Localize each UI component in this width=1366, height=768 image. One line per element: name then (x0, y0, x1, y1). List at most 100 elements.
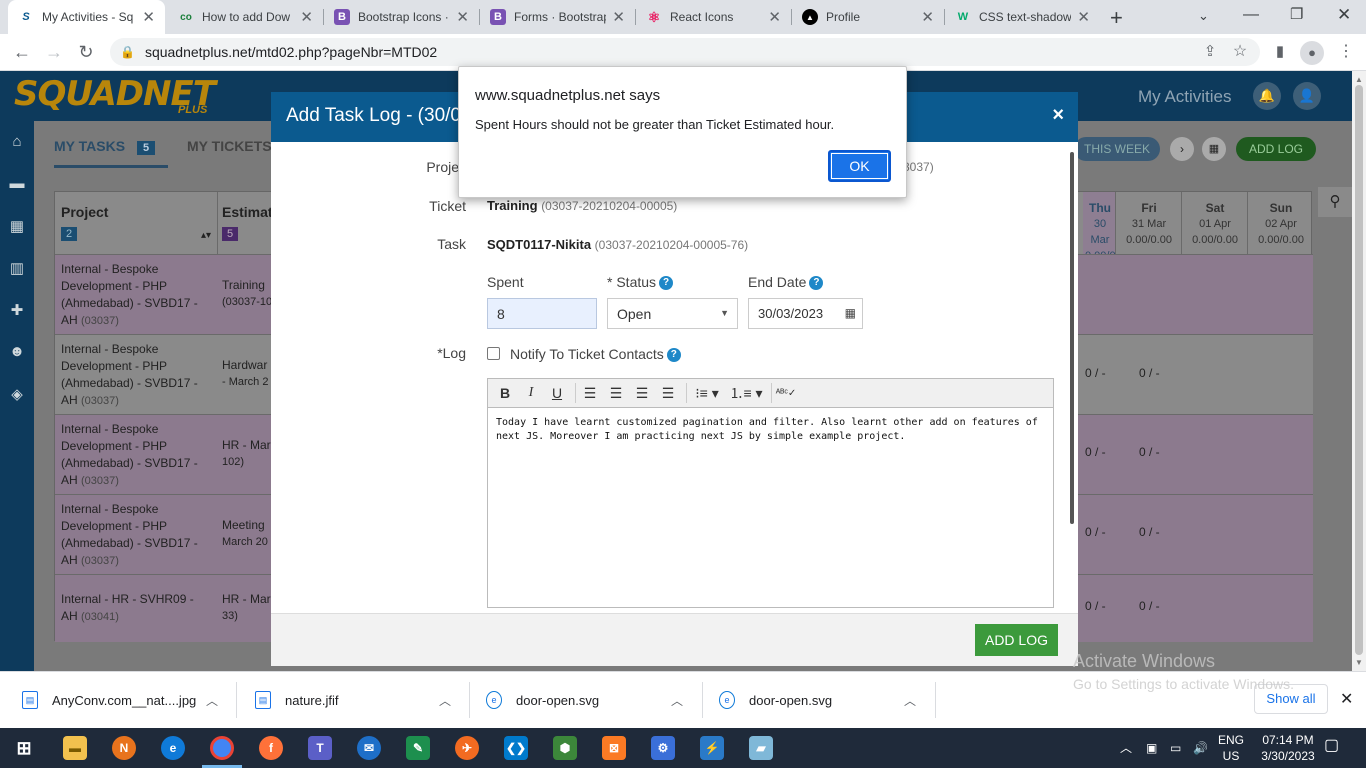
week-calendar-icon[interactable]: ▦ (1202, 137, 1226, 161)
tab-my-tickets[interactable]: MY TICKETS (187, 138, 272, 154)
fri-hours-cell[interactable]: 0 / - (1139, 445, 1160, 459)
minimize-window-icon[interactable]: — (1243, 6, 1259, 24)
close-tab-icon[interactable]: ✕ (612, 8, 625, 26)
calendar-picker-icon[interactable]: ▦ (845, 306, 856, 320)
gift-icon[interactable]: ✚ (8, 301, 26, 319)
end-date-help-icon[interactable]: ? (809, 276, 824, 291)
bullet-list-icon[interactable]: ⁝≡ ▾ (690, 382, 724, 404)
url-field[interactable]: 🔒 squadnetplus.net/mtd02.php?pageNbr=MTD… (110, 38, 1260, 66)
restore-window-icon[interactable]: ❐ (1290, 5, 1303, 23)
download-item[interactable]: ▤ nature.jfif ︿ (255, 672, 465, 728)
tab-my-tasks[interactable]: MY TASKS 5 (54, 138, 156, 155)
firefox-browser-icon[interactable]: f (259, 736, 283, 760)
close-tab-icon[interactable]: ✕ (768, 8, 781, 26)
edge-browser-icon[interactable]: e (161, 736, 185, 760)
bold-icon[interactable]: B (494, 382, 516, 404)
close-downloads-icon[interactable]: ✕ (1340, 689, 1353, 709)
bar-chart-icon[interactable]: ▥ (8, 259, 26, 277)
notifications-icon[interactable]: ▢ (1324, 738, 1339, 754)
close-tab-icon[interactable]: ✕ (300, 8, 313, 26)
align-justify-icon[interactable]: ☰ (657, 382, 679, 404)
status-help-icon[interactable]: ? (659, 276, 674, 291)
align-center-icon[interactable]: ☰ (605, 382, 627, 404)
nodejs-icon[interactable]: ⬢ (553, 736, 577, 760)
sort-icon[interactable]: ▴▾ (201, 230, 211, 241)
spellcheck-icon[interactable]: ᴬᴮᶜ✓ (775, 382, 797, 404)
fri-hours-cell[interactable]: 0 / - (1139, 366, 1160, 380)
chrome-browser-icon[interactable] (210, 736, 234, 760)
browser-tab-css-text-shadow[interactable]: W CSS text-shadow ✕ (945, 0, 1100, 34)
chevron-up-icon[interactable]: ︿ (671, 692, 683, 709)
chevron-up-icon[interactable]: ︿ (904, 692, 916, 709)
column-header-project[interactable]: Project (61, 204, 108, 220)
thu-hours-cell[interactable]: 0 / - (1085, 599, 1106, 613)
underline-icon[interactable]: U (546, 382, 568, 404)
next-week-chevron-icon[interactable]: › (1170, 137, 1194, 161)
download-item[interactable]: e door-open.svg ︿ (719, 672, 929, 728)
users-icon[interactable]: ☻ (8, 343, 26, 361)
bookmark-star-icon[interactable]: ☆ (1228, 40, 1252, 64)
close-tab-icon[interactable]: ✕ (142, 8, 155, 26)
clock[interactable]: 07:14 PM 3/30/2023 (1256, 732, 1320, 764)
numbered-list-icon[interactable]: ⒈≡ ▾ (728, 382, 764, 404)
close-tab-icon[interactable]: ✕ (456, 8, 469, 26)
browser-tab-how-to-add[interactable]: co How to add Dow ✕ (168, 0, 323, 34)
chevron-up-icon[interactable]: ︿ (439, 692, 451, 709)
language-indicator[interactable]: ENG US (1218, 732, 1244, 764)
alert-ok-button[interactable]: OK (828, 150, 891, 182)
modal-close-icon[interactable]: × (1052, 104, 1064, 127)
thu-hours-cell[interactable]: 0 / - (1085, 445, 1106, 459)
fri-hours-cell[interactable]: 0 / - (1139, 599, 1160, 613)
status-select[interactable]: Open ▼ (607, 298, 738, 329)
scrollbar-thumb[interactable] (1355, 85, 1363, 655)
ticket-icon[interactable]: ◈ (8, 385, 26, 403)
home-icon[interactable]: ⌂ (8, 133, 26, 151)
browser-tab-react-icons[interactable]: ⚛ React Icons ✕ (636, 0, 791, 34)
close-tab-icon[interactable]: ✕ (921, 8, 934, 26)
add-log-submit-button[interactable]: ADD LOG (975, 624, 1058, 656)
column-header-estimation[interactable]: Estimati (222, 204, 276, 220)
user-account-icon[interactable]: 👤 (1293, 82, 1321, 110)
postman-icon[interactable]: ✈ (455, 736, 479, 760)
download-item[interactable]: ▤ AnyConv.com__nat....jpg ︿ (22, 672, 232, 728)
scroll-down-icon[interactable]: ▼ (1355, 658, 1363, 667)
notify-checkbox[interactable] (487, 347, 500, 360)
tab-search-icon[interactable]: ⌄ (1198, 8, 1209, 24)
vscode-icon[interactable]: ❮❯ (504, 736, 528, 760)
end-date-input[interactable]: 30/03/2023 ▦ (748, 298, 863, 329)
search-icon[interactable]: ⚲ (1318, 187, 1352, 217)
close-window-icon[interactable]: ✕ (1337, 5, 1351, 25)
share-icon[interactable]: ⇪ (1198, 40, 1222, 64)
teams-icon[interactable]: T (308, 736, 332, 760)
browser-tab-my-activities[interactable]: S My Activities - Sq ✕ (8, 0, 165, 34)
notes-app-icon[interactable]: ▰ (749, 736, 773, 760)
italic-icon[interactable]: I (520, 382, 542, 404)
notepad-icon[interactable]: ✎ (406, 736, 430, 760)
reload-icon[interactable]: ↻ (74, 40, 98, 64)
mail-icon[interactable]: ✉ (357, 736, 381, 760)
this-week-button[interactable]: THIS WEEK (1074, 137, 1160, 161)
volume-icon[interactable]: 🔊 (1193, 740, 1208, 756)
align-right-icon[interactable]: ☰ (631, 382, 653, 404)
notify-help-icon[interactable]: ? (666, 348, 681, 363)
modal-scrollbar[interactable] (1070, 152, 1074, 524)
thu-hours-cell[interactable]: 0 / - (1085, 525, 1106, 539)
fri-hours-cell[interactable]: 0 / - (1139, 525, 1160, 539)
menu-kebab-icon[interactable]: ⋮ (1334, 40, 1358, 64)
side-panel-icon[interactable]: ▮ (1268, 40, 1292, 64)
network-icon[interactable]: ▭ (1170, 740, 1181, 756)
add-log-header-button[interactable]: ADD LOG (1236, 137, 1316, 161)
browser-tab-forms-bootstrap[interactable]: B Forms · Bootstrap ✕ (480, 0, 635, 34)
align-left-icon[interactable]: ☰ (579, 382, 601, 404)
browser-tab-bootstrap-icons[interactable]: B Bootstrap Icons · ✕ (324, 0, 479, 34)
spent-hours-input[interactable]: 8 (487, 298, 597, 329)
profile-avatar-icon[interactable]: ● (1300, 41, 1324, 65)
thu-hours-cell[interactable]: 0 / - (1085, 366, 1106, 380)
notification-bell-icon[interactable]: 🔔 (1253, 82, 1281, 110)
page-scrollbar[interactable]: ▲ ▼ (1352, 71, 1366, 671)
app-n-icon[interactable]: N (112, 736, 136, 760)
meet-now-icon[interactable]: ▣ (1146, 740, 1157, 756)
file-explorer-icon[interactable]: ▬ (63, 736, 87, 760)
power-automate-icon[interactable]: ⚡ (700, 736, 724, 760)
network-tool-icon[interactable]: ⚙ (651, 736, 675, 760)
